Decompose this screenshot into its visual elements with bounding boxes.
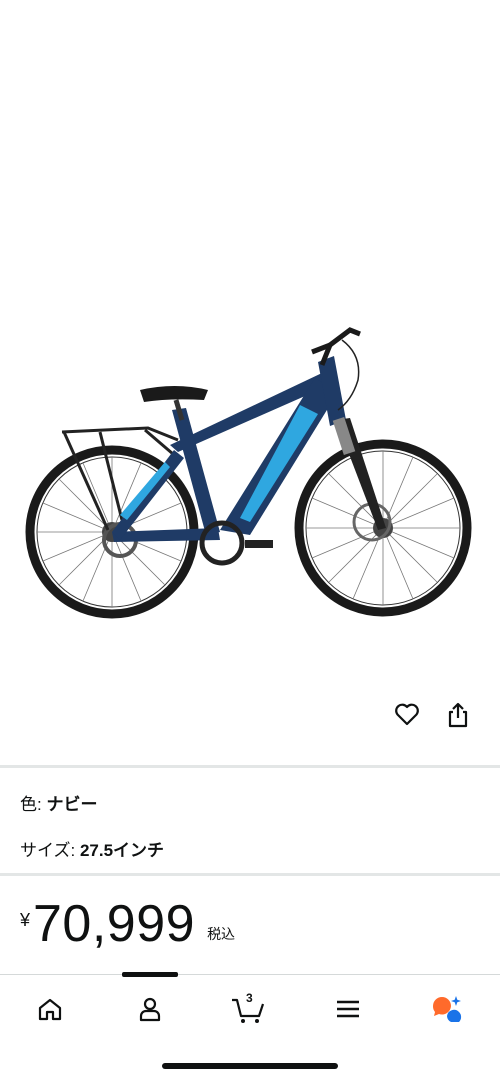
wishlist-button[interactable]: [394, 702, 434, 742]
divider: [0, 873, 500, 876]
tax-note: 税込: [207, 926, 236, 942]
home-indicator: [162, 1063, 338, 1069]
size-variation[interactable]: サイズ: 27.5インチ: [20, 836, 164, 861]
cart-count: 3: [246, 991, 253, 1005]
divider: [0, 765, 500, 768]
size-value: 27.5インチ: [79, 841, 165, 860]
product-image[interactable]: [0, 0, 500, 728]
color-label: 色:: [20, 795, 47, 814]
nav-account[interactable]: [120, 989, 180, 1029]
bike-frame: [112, 356, 386, 542]
share-icon: [448, 702, 468, 728]
active-tab-indicator: [122, 972, 178, 977]
rufus-icon: [432, 996, 462, 1022]
heart-outline-icon: [395, 703, 419, 726]
bike-illustration: [25, 327, 472, 619]
color-variation[interactable]: 色: ナビー: [20, 790, 97, 815]
currency-symbol: ¥: [20, 910, 31, 930]
color-value: ナビー: [46, 795, 98, 814]
nav-rufus[interactable]: [416, 989, 476, 1029]
nav-home[interactable]: [20, 989, 80, 1029]
nav-menu[interactable]: [318, 989, 378, 1029]
menu-icon: [337, 1000, 359, 1018]
handlebar: [311, 327, 361, 366]
size-label: サイズ:: [20, 841, 80, 860]
price-block: ¥ 70,999 税込: [20, 898, 235, 950]
account-icon: [139, 997, 161, 1022]
nav-cart[interactable]: 3: [218, 989, 278, 1029]
share-button[interactable]: [446, 702, 486, 742]
saddle: [140, 386, 208, 402]
price-amount: 70,999: [33, 895, 196, 953]
home-icon: [38, 998, 62, 1021]
